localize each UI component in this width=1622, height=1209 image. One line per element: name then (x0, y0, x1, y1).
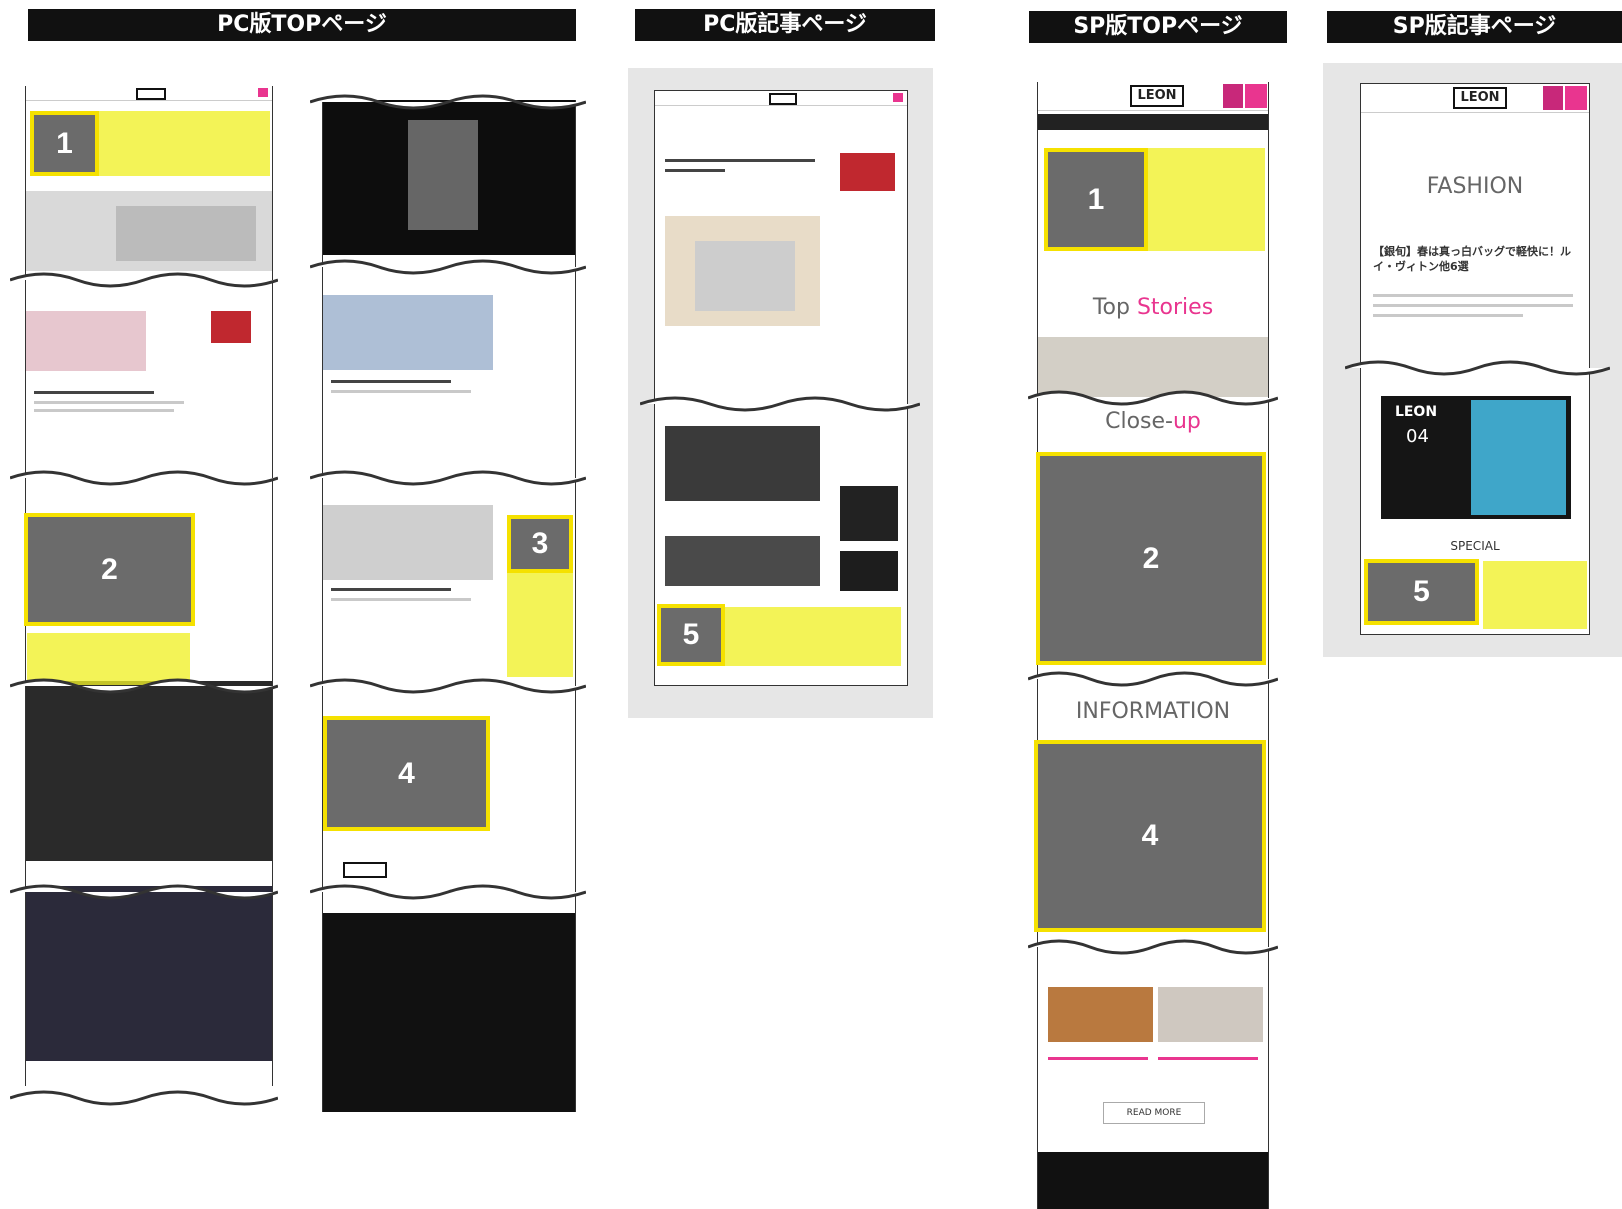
text-line (331, 390, 471, 393)
pc-article-ad-5: 5 (657, 604, 725, 666)
wave-divider (10, 884, 278, 900)
wave-divider (1028, 390, 1278, 406)
wave-divider (10, 1090, 278, 1106)
pc-top-editors-image (323, 295, 493, 370)
wave-divider (1345, 360, 1610, 376)
sp-top-ad-4: 4 (1034, 740, 1266, 932)
title-part: Stories (1136, 295, 1214, 320)
text-line (1048, 1057, 1148, 1060)
text-line (1373, 314, 1523, 317)
text-line (34, 409, 174, 412)
wave-divider (310, 259, 586, 275)
pc-top-latest-image (26, 311, 146, 371)
pc-top-feature1-image (26, 681, 272, 861)
sp-article-ad-5: 5 (1364, 559, 1479, 625)
sp-top-article-thumb-right (1158, 987, 1263, 1042)
pc-top-video-person (408, 120, 478, 230)
wave-divider (10, 470, 278, 486)
header-pc-article: PC版記事ページ (635, 9, 935, 41)
pc-top-feature2-image (26, 886, 272, 1061)
pc-top-ad-1: 1 (30, 111, 99, 176)
pc-article-product-grid-2 (665, 536, 820, 586)
header-pc-top: PC版TOPページ (28, 9, 576, 41)
title-part: Top (1092, 295, 1137, 320)
sp-article-menu-icon[interactable] (1565, 86, 1587, 110)
title-part: Close- (1105, 409, 1173, 434)
wave-divider (640, 396, 920, 412)
sp-top-closeup-title: Close-up (1038, 409, 1268, 434)
pc-top-hero-bag (116, 206, 256, 261)
sp-top-ad-1: 1 (1044, 148, 1148, 251)
sp-article-headline: 【銀旬】春は真っ白バッグで軽快に！ルイ・ヴィトン他6選 (1373, 245, 1571, 273)
pc-top-shopping-image (323, 505, 493, 580)
pc-top-footer-logo (343, 862, 387, 878)
text-line (665, 169, 725, 172)
pc-top-menu-icon (258, 88, 268, 97)
sp-article-magazine-logo: LEON (1394, 404, 1438, 420)
text-line (331, 380, 451, 383)
pc-top-highlight-c (507, 573, 573, 677)
pc-article-logo (769, 93, 797, 105)
title-part: up (1172, 409, 1201, 434)
sp-top-information-title: INFORMATION (1075, 699, 1231, 724)
text-line (1373, 294, 1573, 297)
sp-article-section-title: FASHION (1426, 174, 1524, 199)
text-line (665, 159, 815, 162)
wave-divider (1028, 939, 1278, 955)
sp-top-read-more-button[interactable]: READ MORE (1103, 1102, 1205, 1124)
wave-divider (310, 94, 586, 110)
sp-top-top-stories-title: Top Stories (1038, 295, 1268, 320)
text-line (1158, 1057, 1258, 1060)
sp-article-logo: LEON (1453, 87, 1507, 109)
pc-top-highlight-a (99, 111, 270, 176)
sp-top-footer (1038, 1152, 1268, 1209)
pc-article-product-grid (665, 426, 820, 501)
sp-top-menu-icon[interactable] (1245, 84, 1267, 108)
sp-article-special-title: SPECIAL (1450, 539, 1500, 553)
pc-top-latest-thumb (211, 311, 251, 343)
pc-top-ad-4: 4 (323, 716, 490, 831)
header-sp-article: SP版記事ページ (1327, 11, 1622, 43)
wave-divider (10, 678, 278, 694)
wave-divider (310, 678, 586, 694)
sp-article-magazine-cover (1471, 400, 1566, 515)
text-line (1373, 304, 1573, 307)
wave-divider (1028, 671, 1278, 687)
pc-top-ad-3: 3 (507, 515, 573, 573)
wave-divider (310, 470, 586, 486)
sp-top-highlight-a (1148, 148, 1265, 251)
pc-article-menu-icon (893, 93, 903, 102)
text-line (331, 598, 471, 601)
text-line (34, 391, 154, 394)
sp-article-search-icon[interactable] (1543, 86, 1563, 110)
text-line (34, 401, 184, 404)
sp-top-search-icon[interactable] (1223, 84, 1243, 108)
pc-article-highlight (725, 607, 901, 666)
header-sp-top: SP版TOPページ (1029, 11, 1287, 43)
pc-article-screenshot (654, 90, 908, 686)
wave-divider (310, 884, 586, 900)
sp-top-article-thumb-left (1048, 987, 1153, 1042)
pc-article-social-box (840, 551, 898, 591)
pc-article-main-bag (695, 241, 795, 311)
sp-article-highlight (1483, 561, 1587, 629)
text-line (331, 588, 451, 591)
wave-divider (10, 272, 278, 288)
pc-article-side-ad (840, 153, 895, 191)
sp-top-logo: LEON (1130, 85, 1184, 107)
sp-top-catnav (1038, 114, 1268, 130)
sp-top-ad-2: 2 (1036, 452, 1266, 665)
pc-top-footer (323, 913, 575, 1112)
sp-article-magazine-issue: 04 (1406, 426, 1429, 447)
pc-article-magazine (840, 486, 898, 541)
pc-top-ad-2: 2 (24, 513, 195, 626)
sp-article-magazine-ad: LEON 04 (1381, 396, 1571, 519)
pc-top-logo (136, 88, 166, 100)
